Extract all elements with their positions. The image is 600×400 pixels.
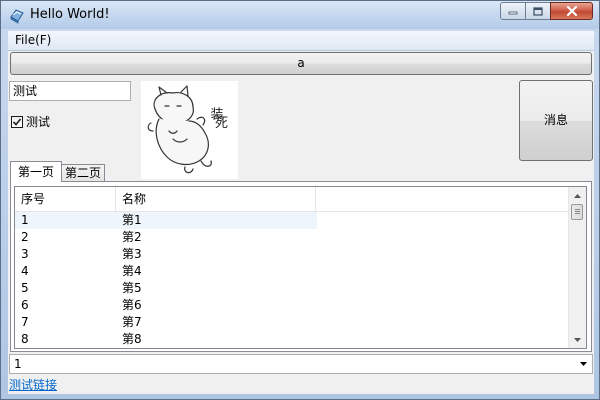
combo-box[interactable]: 1 (9, 354, 593, 374)
picture-box: 装 死 (141, 81, 238, 179)
minimize-icon (508, 11, 518, 15)
table-row[interactable]: 4 第4 (15, 263, 571, 280)
table-row[interactable]: 6 第6 (15, 297, 571, 314)
cell-index: 7 (21, 315, 29, 329)
column-header-name[interactable]: 名称 (116, 187, 316, 211)
cell-name: 第1 (116, 212, 317, 229)
table-row[interactable]: 5 第5 (15, 280, 571, 297)
caption-buttons (500, 2, 593, 20)
cell-index: 1 (15, 212, 116, 229)
close-button[interactable] (550, 2, 593, 20)
column-header-index[interactable]: 序号 (15, 187, 116, 211)
arrow-down-icon (574, 337, 581, 342)
cell-name: 第7 (122, 315, 142, 329)
arrow-up-icon (574, 193, 581, 198)
a-button[interactable]: a (10, 52, 592, 75)
client-area: File(F) a 测试 测试 装 死 消息 第一页 第二页 序号 名称 1 第… (8, 31, 594, 394)
text-input[interactable]: 测试 (9, 81, 131, 101)
minimize-button[interactable] (500, 2, 526, 20)
menu-item-file[interactable]: File(F) (15, 33, 51, 47)
message-button[interactable]: 消息 (519, 80, 593, 161)
column-header-empty[interactable] (316, 187, 571, 211)
combo-selected-value: 1 (14, 357, 22, 371)
tab-panel: 序号 名称 1 第1 2 第2 3 第3 4 第4 5 第5 6 第6 7 第7… (10, 181, 592, 352)
maximize-icon (533, 6, 543, 16)
close-icon (566, 6, 577, 16)
chevron-down-icon (579, 362, 587, 366)
cell-index: 4 (21, 264, 29, 278)
table-row[interactable]: 1 第1 (15, 212, 571, 229)
grip-icon (575, 209, 580, 215)
cell-index: 6 (21, 298, 29, 312)
tab-page-2[interactable]: 第二页 (61, 164, 105, 182)
tab-page-1[interactable]: 第一页 (10, 161, 62, 182)
cell-index: 2 (21, 230, 29, 244)
cell-name: 第6 (122, 298, 142, 312)
cell-name: 第8 (122, 332, 142, 346)
window-title: Hello World! (30, 7, 110, 22)
cell-name: 第3 (122, 247, 142, 261)
app-icon (9, 8, 25, 24)
cell-index: 5 (21, 281, 29, 295)
table-row[interactable]: 7 第7 (15, 314, 571, 331)
title-bar[interactable]: Hello World! (1, 1, 599, 29)
svg-text:死: 死 (215, 116, 228, 131)
cell-name: 第5 (122, 281, 142, 295)
cat-caption: 装 死 (208, 107, 229, 131)
checkbox-box[interactable] (11, 115, 23, 128)
cell-name: 第4 (122, 264, 142, 278)
menu-bar: File(F) (8, 31, 594, 51)
list-body: 1 第1 2 第2 3 第3 4 第4 5 第5 6 第6 7 第7 8 第8 (15, 212, 571, 348)
cell-name: 第2 (122, 230, 142, 244)
vertical-scrollbar[interactable] (568, 187, 586, 348)
table-row[interactable]: 3 第3 (15, 246, 571, 263)
table-row[interactable]: 2 第2 (15, 229, 571, 246)
combo-dropdown-button[interactable] (575, 356, 591, 372)
data-list-view[interactable]: 序号 名称 1 第1 2 第2 3 第3 4 第4 5 第5 6 第6 7 第7… (14, 186, 587, 349)
table-row[interactable]: 8 第8 (15, 331, 571, 348)
cat-sketch-image: 装 死 (147, 85, 229, 174)
app-window: Hello World! File(F) a 测试 测试 装 死 消息 第一页 … (0, 0, 600, 400)
cell-index: 3 (21, 247, 29, 261)
maximize-button[interactable] (525, 2, 551, 20)
list-header: 序号 名称 (15, 187, 571, 212)
scroll-thumb[interactable] (571, 204, 583, 220)
test-link[interactable]: 测试链接 (9, 376, 57, 393)
checkmark-icon (12, 117, 22, 126)
checkbox-label: 测试 (26, 115, 51, 129)
cell-index: 8 (21, 332, 29, 346)
scroll-up-button[interactable] (569, 187, 586, 204)
scroll-down-button[interactable] (569, 331, 586, 348)
test-checkbox[interactable]: 测试 (11, 113, 50, 130)
